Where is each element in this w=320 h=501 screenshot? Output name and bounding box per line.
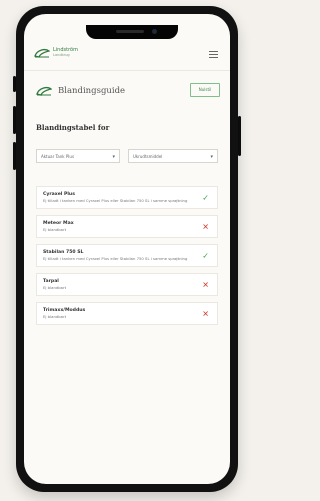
item-desc: Ej tilladt i tanken med Cyraxel Plus ell… — [43, 256, 188, 261]
item-desc: Ej tilladt i tanken med Cyraxel Plus ell… — [43, 198, 188, 203]
item-name: Meteor Max — [43, 221, 74, 226]
compatibility-list: Cyraxel Plus Ej tilladt i tanken med Cyr… — [36, 186, 218, 331]
volume-down-button — [13, 142, 16, 170]
item-name: Trimaxx/Moddus — [43, 308, 86, 313]
cross-icon: ✕ — [202, 222, 209, 231]
power-button — [238, 116, 241, 156]
list-item[interactable]: Meteor Max Ej blandbart ✕ — [36, 215, 218, 238]
check-icon: ✓ — [202, 193, 209, 202]
item-name: Cyraxel Plus — [43, 192, 75, 197]
guide-heading: Blandingsguide — [36, 86, 125, 96]
list-item[interactable]: Stabilan 750 SL Ej tilladt i tanken med … — [36, 244, 218, 267]
leaf-logo-icon — [34, 49, 50, 58]
page-title: Blandingsguide — [58, 86, 126, 96]
item-desc: Ej blandbart — [43, 285, 67, 290]
chevron-down-icon: ▾ — [112, 154, 115, 160]
product-select-value: Aktuar Tank Plus — [41, 154, 75, 159]
product-select[interactable]: Aktuar Tank Plus ▾ — [36, 149, 120, 163]
reset-button[interactable]: Nulstil — [190, 83, 220, 97]
table-title: Blandingstabel for — [36, 123, 110, 132]
logo-sub: Landbrug — [53, 53, 70, 57]
logo-text: Lindström Landbrug — [53, 48, 78, 58]
item-desc: Ej blandbart — [43, 227, 67, 232]
phone-frame: Lindström Landbrug Blandingsguide Nulsti… — [13, 6, 241, 492]
cross-icon: ✕ — [202, 280, 209, 289]
hamburger-menu-icon[interactable] — [209, 51, 218, 58]
app-header: Lindström Landbrug — [24, 40, 230, 71]
brand-logo[interactable]: Lindström Landbrug — [34, 48, 78, 58]
list-item[interactable]: Tarpal Ej blandbart ✕ — [36, 273, 218, 296]
item-desc: Ej blandbart — [43, 314, 67, 319]
cross-icon: ✕ — [202, 309, 209, 318]
check-icon: ✓ — [202, 251, 209, 260]
mute-switch — [13, 76, 16, 92]
list-item[interactable]: Trimaxx/Moddus Ej blandbart ✕ — [36, 302, 218, 325]
item-name: Tarpal — [43, 279, 59, 284]
category-select-value: Ukrudtsmiddel — [133, 154, 163, 159]
chevron-down-icon: ▾ — [210, 154, 213, 160]
phone-screen: Lindström Landbrug Blandingsguide Nulsti… — [24, 14, 230, 484]
volume-up-button — [13, 106, 16, 134]
list-item[interactable]: Cyraxel Plus Ej tilladt i tanken med Cyr… — [36, 186, 218, 209]
category-select[interactable]: Ukrudtsmiddel ▾ — [128, 149, 218, 163]
item-name: Stabilan 750 SL — [43, 250, 84, 255]
leaf-icon — [36, 86, 52, 96]
notch — [86, 25, 178, 39]
